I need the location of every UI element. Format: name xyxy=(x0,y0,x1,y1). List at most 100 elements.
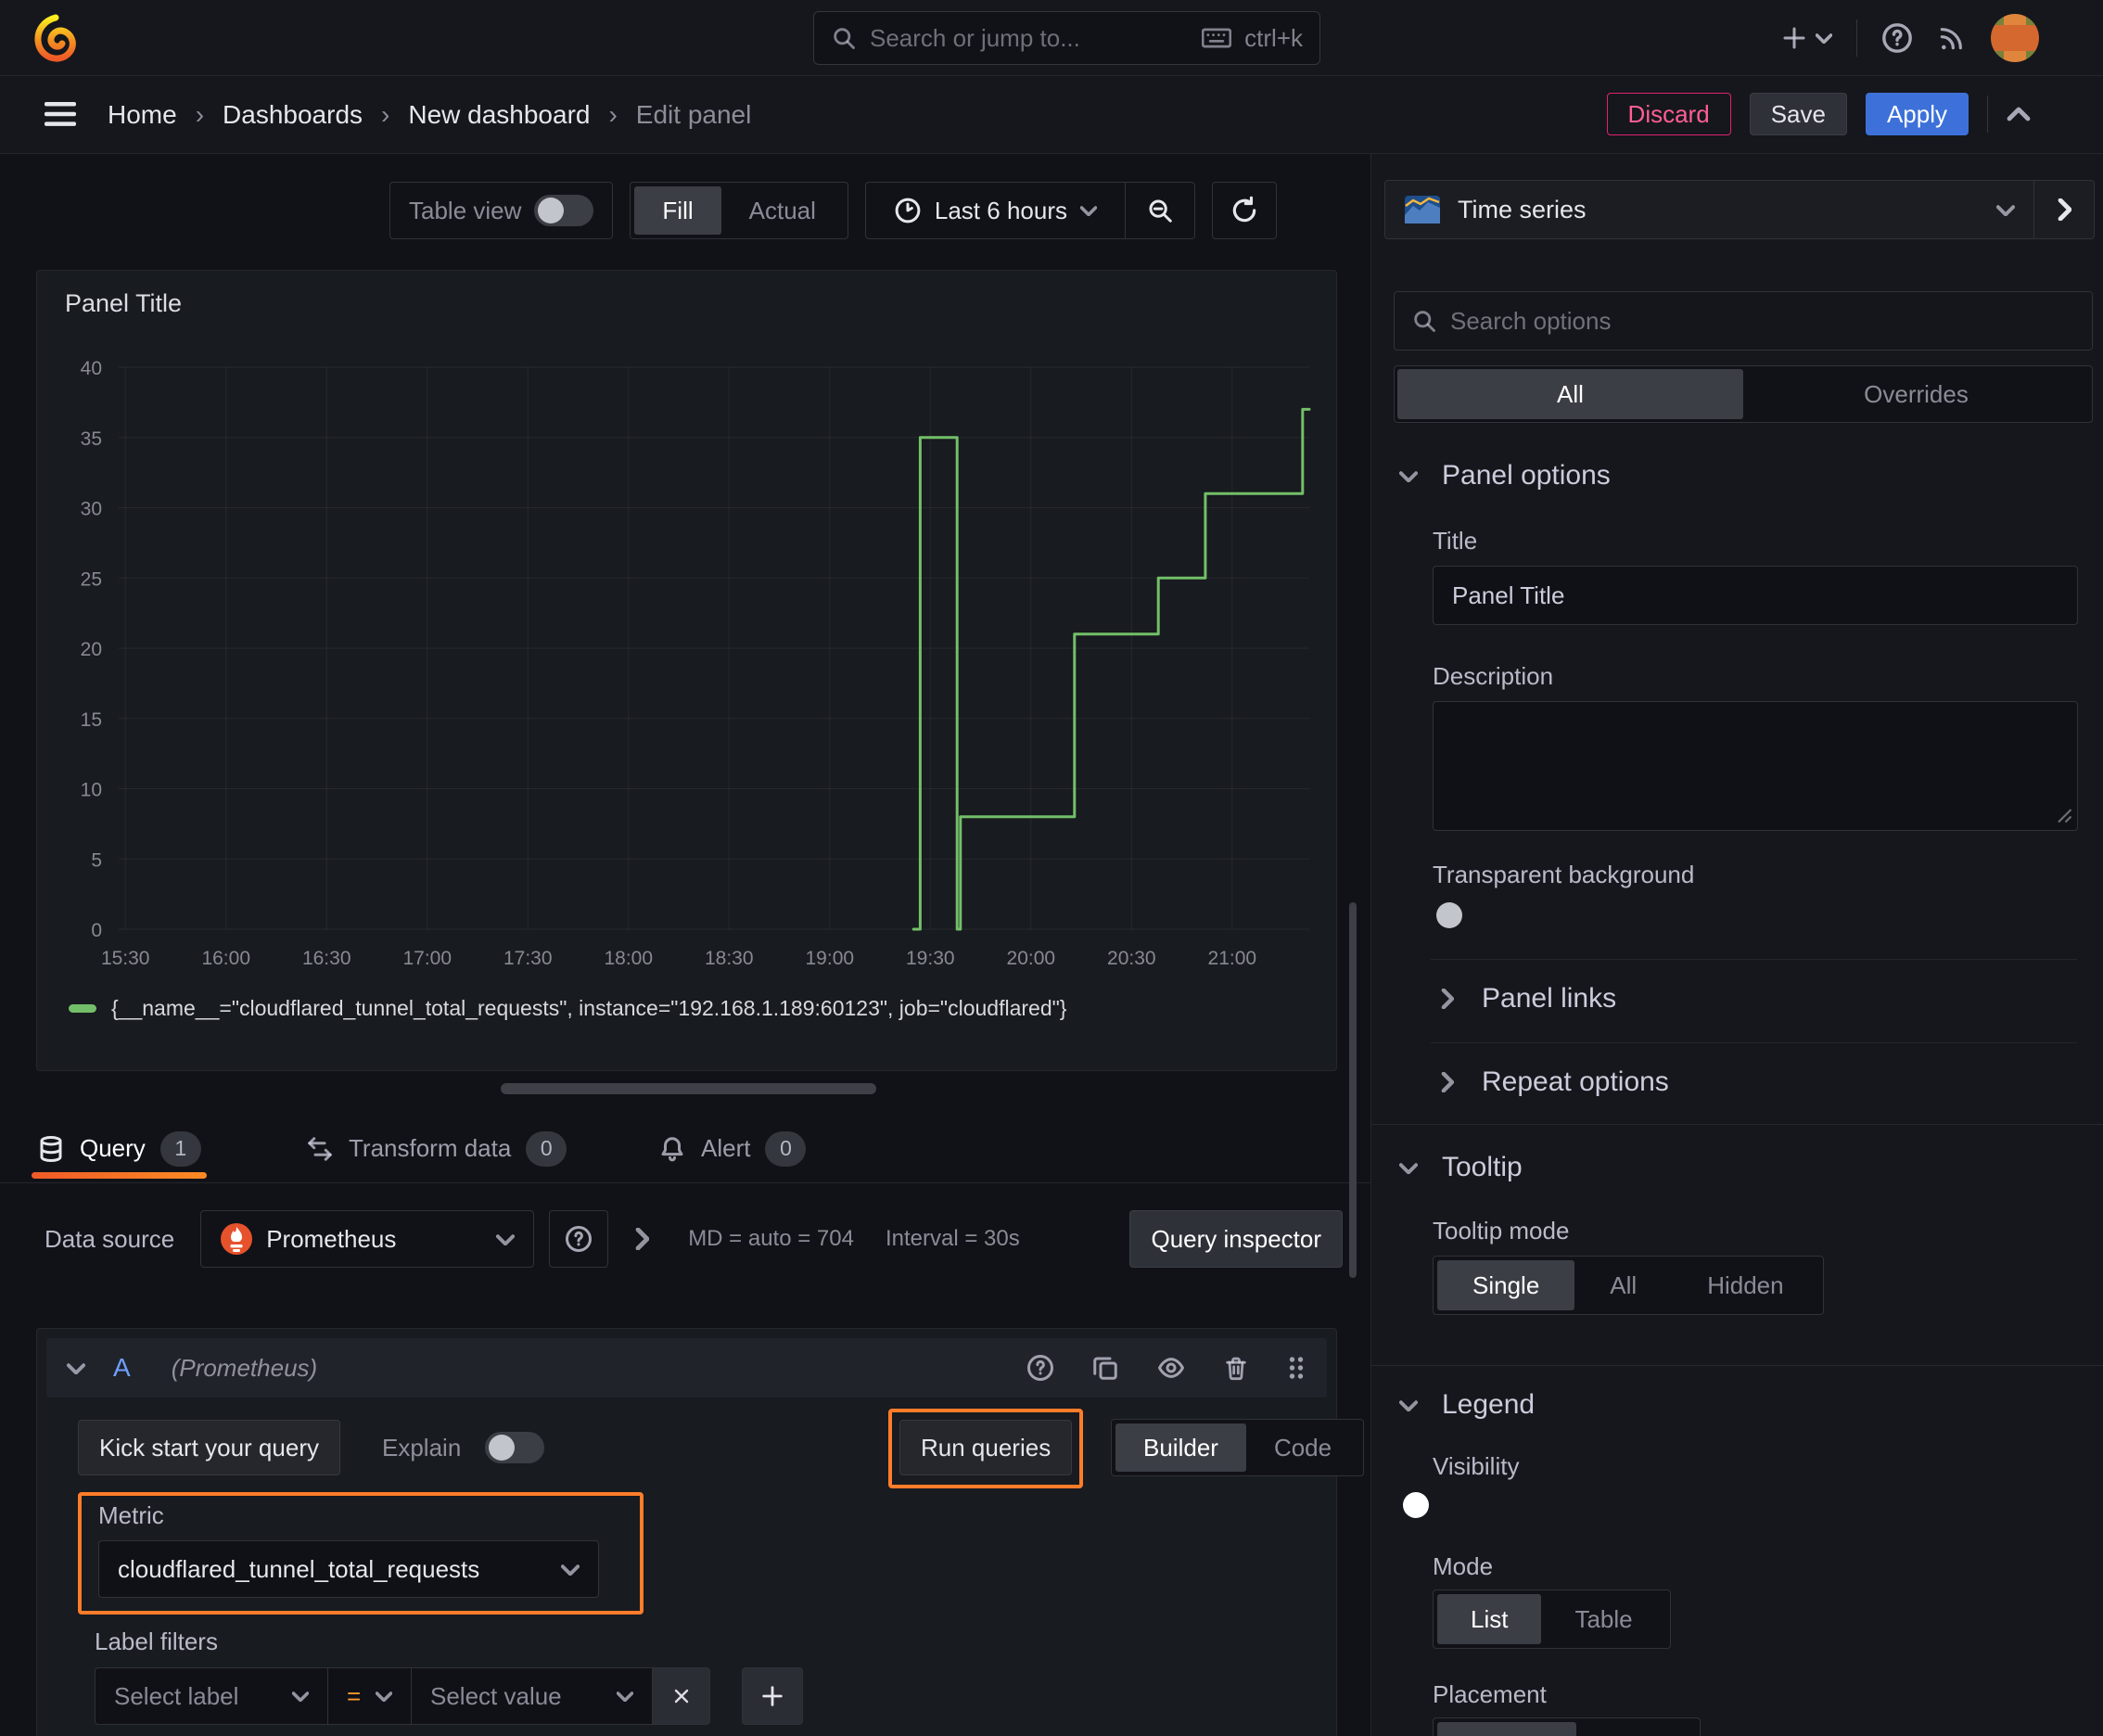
description-textarea[interactable] xyxy=(1433,701,2078,831)
options-search[interactable]: Search options xyxy=(1394,291,2093,351)
panel-options-header[interactable]: Panel options xyxy=(1399,460,1611,491)
query-help-icon[interactable] xyxy=(1026,1354,1054,1382)
viz-picker-expand-button[interactable] xyxy=(2034,181,2094,238)
time-range-picker[interactable]: Last 6 hours xyxy=(866,183,1125,238)
top-nav-bar: Search or jump to... ctrl+k xyxy=(0,0,2103,76)
breadcrumb-dashboards[interactable]: Dashboards xyxy=(223,100,363,130)
code-option[interactable]: Code xyxy=(1246,1423,1359,1472)
tab-alert[interactable]: Alert 0 xyxy=(658,1115,807,1182)
resize-handle-icon[interactable] xyxy=(2056,807,2072,823)
tab-all[interactable]: All xyxy=(1397,369,1743,419)
chart-legend[interactable]: {__name__="cloudflared_tunnel_total_requ… xyxy=(69,996,1066,1021)
grafana-logo[interactable] xyxy=(32,14,80,62)
apply-button[interactable]: Apply xyxy=(1865,93,1969,135)
tooltip-mode-single[interactable]: Single xyxy=(1437,1260,1575,1310)
tooltip-mode-switch: Single All Hidden xyxy=(1433,1256,1824,1315)
panel-title-input[interactable] xyxy=(1433,566,2078,625)
tooltip-header[interactable]: Tooltip xyxy=(1399,1152,1523,1183)
legend-series-label[interactable]: {__name__="cloudflared_tunnel_total_requ… xyxy=(111,996,1066,1021)
placement-right[interactable]: Right xyxy=(1576,1722,1696,1736)
query-ds-hint: (Prometheus) xyxy=(171,1353,318,1382)
duplicate-query-icon[interactable] xyxy=(1091,1354,1119,1382)
expand-options-chevron-icon[interactable] xyxy=(634,1228,650,1250)
fill-option[interactable]: Fill xyxy=(634,186,721,235)
tab-overrides[interactable]: Overrides xyxy=(1743,369,2089,419)
query-ref-header[interactable]: A (Prometheus) xyxy=(46,1338,1327,1398)
add-filter-button[interactable] xyxy=(742,1667,803,1725)
menu-button[interactable] xyxy=(43,100,78,134)
actual-option[interactable]: Actual xyxy=(721,186,844,235)
remove-filter-button[interactable] xyxy=(653,1667,710,1725)
select-label-dropdown[interactable]: Select label xyxy=(95,1667,328,1725)
save-button[interactable]: Save xyxy=(1749,93,1847,135)
table-view-toggle[interactable] xyxy=(534,195,594,226)
refresh-icon xyxy=(1232,196,1256,223)
delete-query-trash-icon[interactable] xyxy=(1223,1354,1249,1382)
tooltip-mode-all[interactable]: All xyxy=(1574,1260,1672,1310)
chevron-down-icon xyxy=(617,1691,633,1702)
tab-transform-count: 0 xyxy=(526,1130,567,1167)
query-ref-id[interactable]: A xyxy=(113,1353,131,1383)
metric-select[interactable]: cloudflared_tunnel_total_requests xyxy=(98,1540,599,1598)
time-series-chart[interactable]: 0 5 10 15 20 25 30 35 40 15:30 16:00 16:30 17:00 17:3… xyxy=(57,354,1319,1003)
builder-option[interactable]: Builder xyxy=(1115,1423,1246,1472)
breadcrumb-bar: Home › Dashboards › New dashboard › Edit… xyxy=(0,76,2103,154)
resize-drag-handle[interactable] xyxy=(501,1083,876,1094)
toggle-visibility-eye-icon[interactable] xyxy=(1156,1354,1186,1382)
chevron-down-icon xyxy=(1399,1162,1418,1174)
legend-mode-switch: List Table xyxy=(1433,1589,1671,1649)
datasource-help-button[interactable] xyxy=(549,1210,609,1268)
datasource-picker[interactable]: Prometheus xyxy=(200,1210,535,1268)
panel-title[interactable]: Panel Title xyxy=(37,271,1336,337)
tooltip-mode-hidden[interactable]: Hidden xyxy=(1672,1260,1818,1310)
breadcrumb: Home › Dashboards › New dashboard › Edit… xyxy=(108,76,751,154)
select-value-dropdown[interactable]: Select value xyxy=(412,1667,653,1725)
tab-transform[interactable]: Transform data 0 xyxy=(306,1115,567,1182)
collapse-chevron-up-icon[interactable] xyxy=(2007,107,2031,121)
clock-icon xyxy=(895,198,921,223)
avatar[interactable] xyxy=(1991,14,2039,62)
repeat-options-header[interactable]: Repeat options xyxy=(1440,1066,1669,1098)
main-scrollbar[interactable] xyxy=(1349,902,1357,1278)
help-button[interactable] xyxy=(1881,22,1913,54)
search-icon xyxy=(1414,311,1435,332)
operator-dropdown[interactable]: = xyxy=(328,1667,412,1725)
kickstart-query-button[interactable]: Kick start your query xyxy=(78,1420,340,1475)
panel-links-header[interactable]: Panel links xyxy=(1440,983,1616,1015)
close-icon xyxy=(674,1689,688,1704)
collapse-query-chevron-icon[interactable] xyxy=(67,1362,85,1374)
transform-icon xyxy=(308,1136,332,1161)
drag-query-grip-icon[interactable] xyxy=(1286,1354,1306,1382)
search-placeholder: Search or jump to... xyxy=(870,23,1080,52)
run-queries-button[interactable]: Run queries xyxy=(899,1420,1073,1475)
tab-query-label: Query xyxy=(80,1134,146,1162)
zoom-out-button[interactable] xyxy=(1126,183,1194,238)
breadcrumb-home[interactable]: Home xyxy=(108,100,177,130)
explain-toggle[interactable] xyxy=(485,1432,545,1463)
panel-preview: Panel Title 0 5 10 15 20 25 30 35 40 15:30 16:00 16… xyxy=(36,270,1337,1071)
discard-button[interactable]: Discard xyxy=(1606,93,1731,135)
breadcrumb-new-dashboard[interactable]: New dashboard xyxy=(408,100,590,130)
svg-text:30: 30 xyxy=(81,499,102,520)
query-inspector-button[interactable]: Query inspector xyxy=(1129,1210,1343,1268)
legend-mode-list[interactable]: List xyxy=(1437,1594,1542,1644)
legend-placement-switch: Bottom Right xyxy=(1433,1717,1702,1736)
options-sidebar: Time series Search options All Overrides… xyxy=(1370,154,2103,1736)
placement-bottom[interactable]: Bottom xyxy=(1437,1722,1577,1736)
legend-mode-table[interactable]: Table xyxy=(1541,1594,1665,1644)
add-button[interactable] xyxy=(1780,24,1832,52)
chevron-right-icon xyxy=(2058,198,2071,221)
global-search[interactable]: Search or jump to... ctrl+k xyxy=(813,11,1320,65)
svg-text:16:00: 16:00 xyxy=(201,948,250,969)
svg-text:20: 20 xyxy=(81,639,102,660)
table-view-control[interactable]: Table view xyxy=(389,182,614,239)
refresh-button[interactable] xyxy=(1211,182,1277,239)
breadcrumb-separator: › xyxy=(195,100,205,129)
options-tabs: All Overrides xyxy=(1394,365,2093,423)
news-button[interactable] xyxy=(1937,23,1967,53)
svg-text:40: 40 xyxy=(81,358,102,379)
topbar-divider xyxy=(1856,19,1857,57)
legend-header[interactable]: Legend xyxy=(1399,1389,1535,1421)
viz-picker-select[interactable]: Time series xyxy=(1385,181,2033,238)
tab-query[interactable]: Query 1 xyxy=(32,1115,207,1182)
